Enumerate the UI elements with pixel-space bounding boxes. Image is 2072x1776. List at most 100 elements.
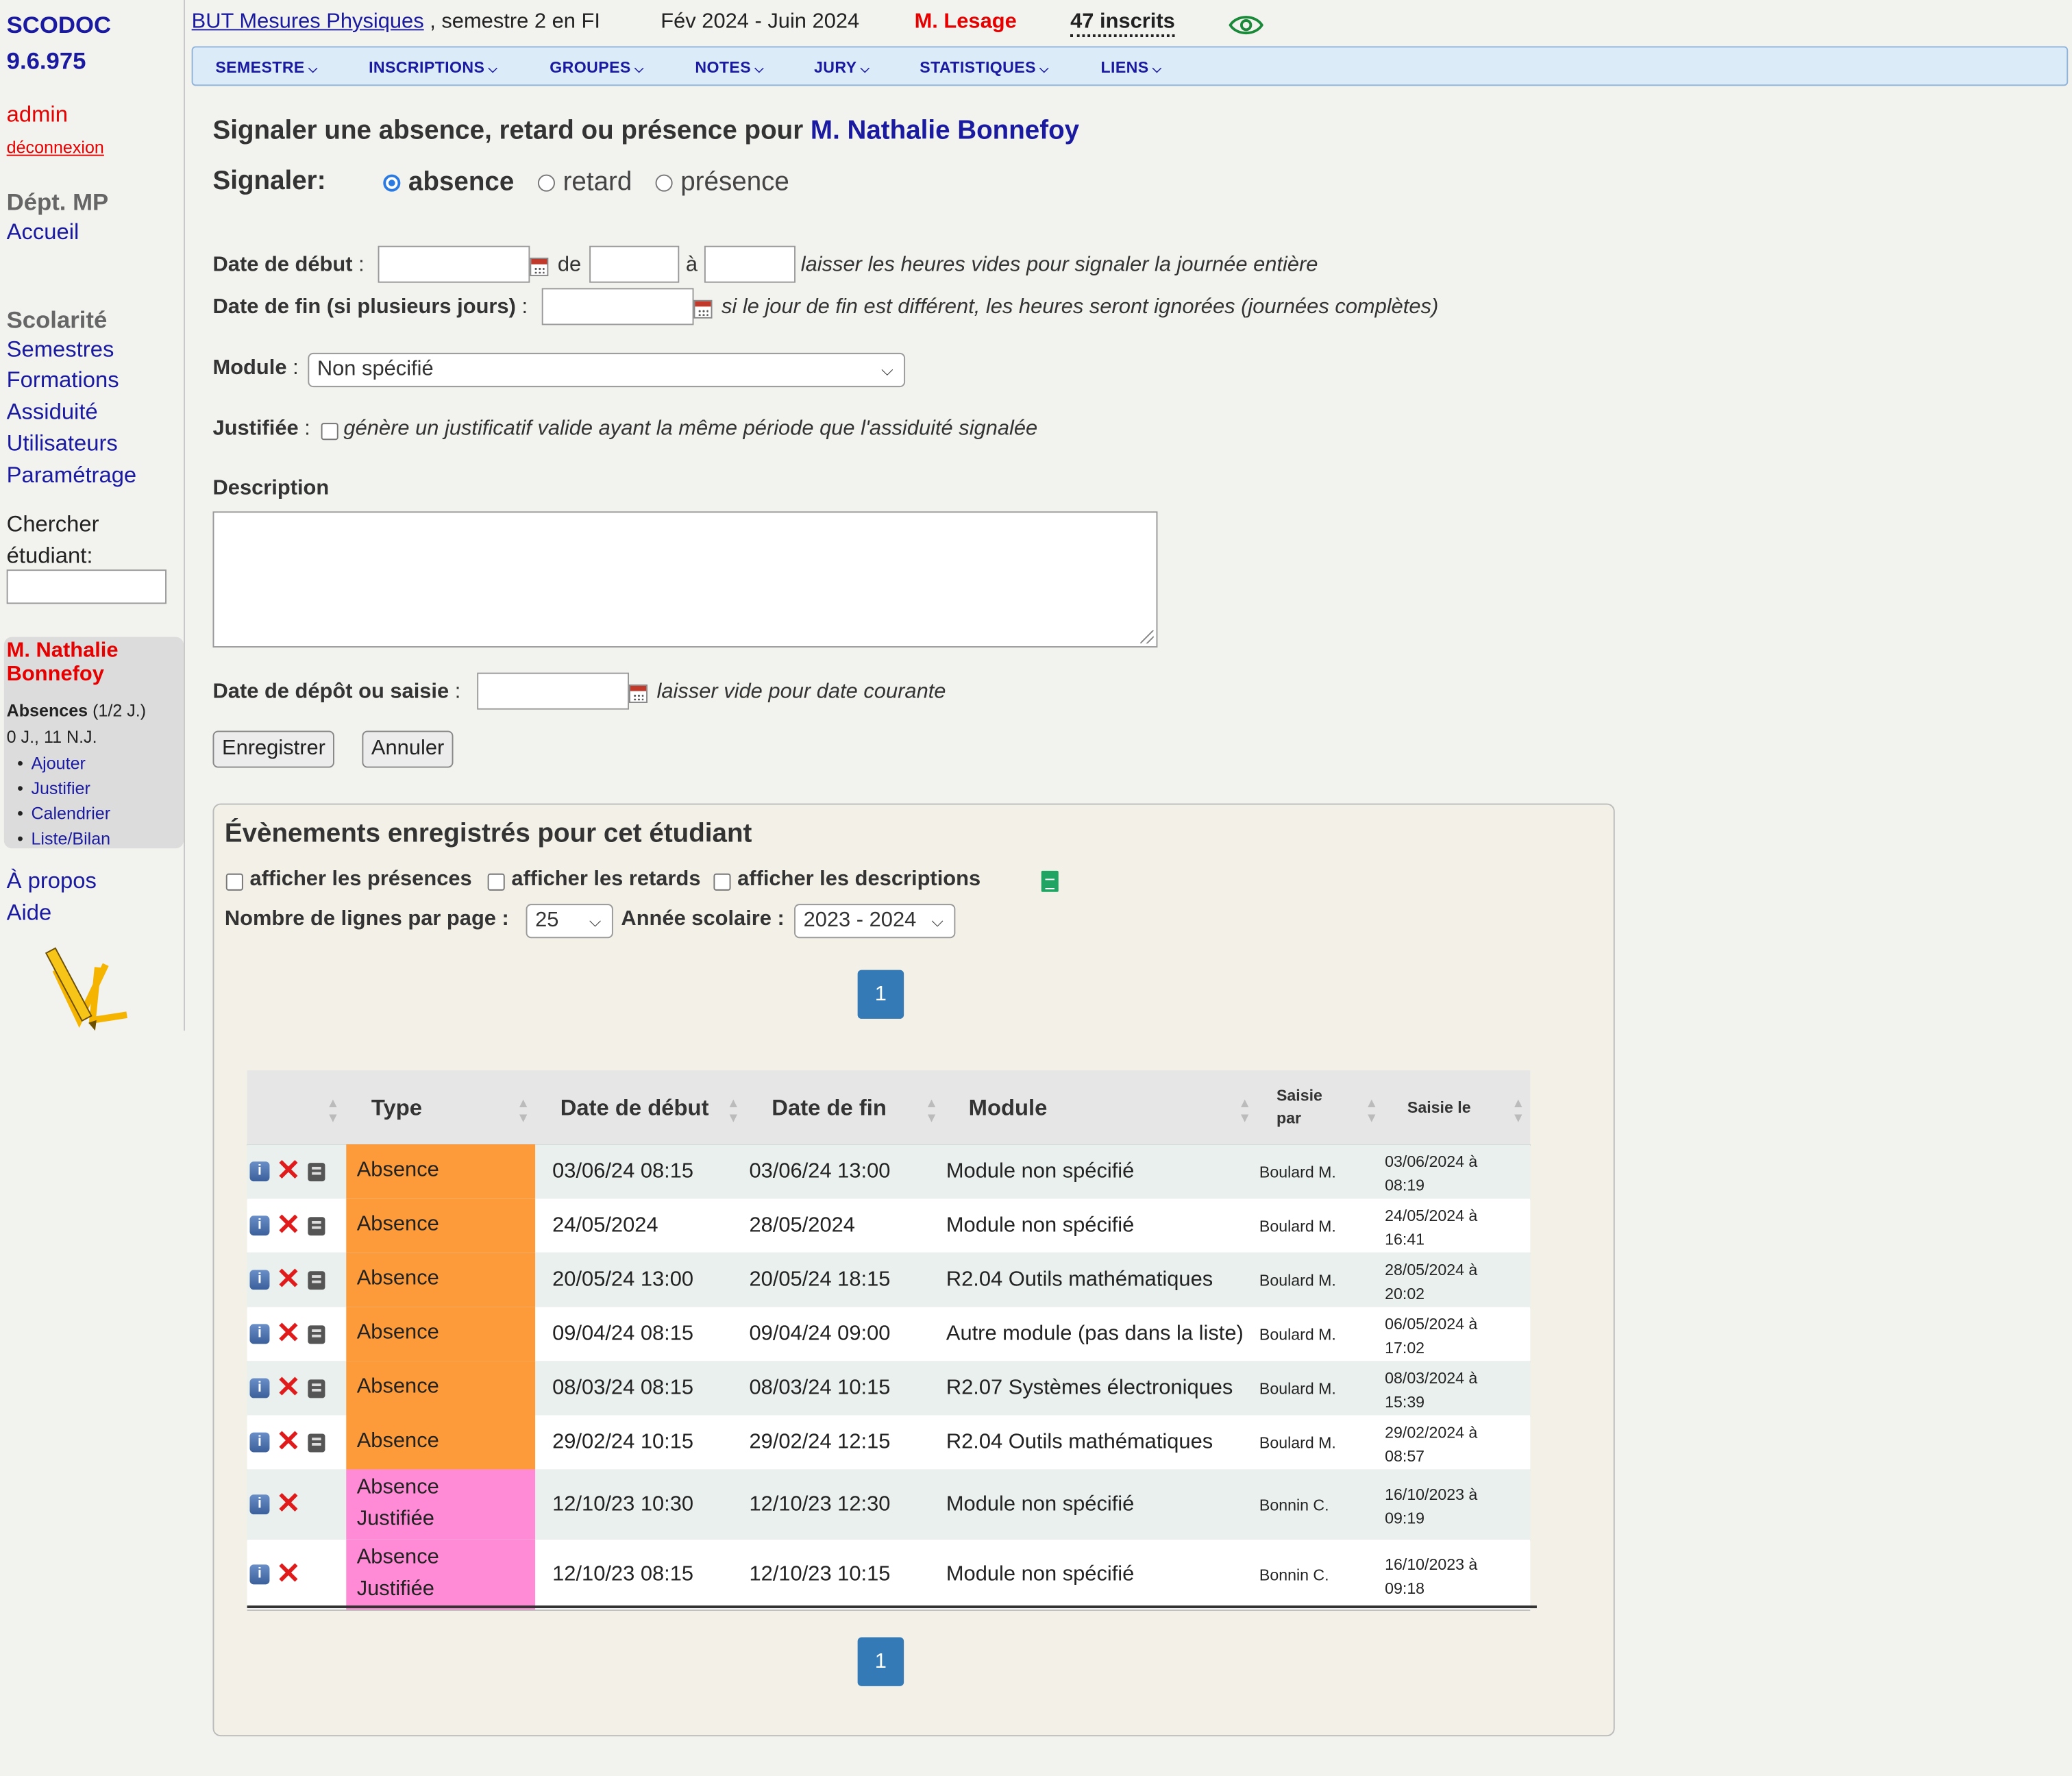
info-icon[interactable]: i bbox=[249, 1564, 270, 1584]
sidebar-item-parametrage[interactable]: Paramétrage bbox=[7, 463, 137, 489]
sort-icon[interactable]: ▲ ▼ bbox=[925, 1097, 938, 1126]
type-cell: Absence bbox=[346, 1144, 536, 1199]
cancel-button[interactable]: Annuler bbox=[362, 730, 454, 768]
description-textarea[interactable] bbox=[212, 511, 1158, 648]
delete-icon[interactable]: ✕ bbox=[276, 1209, 301, 1238]
info-icon[interactable]: i bbox=[249, 1161, 270, 1181]
date-fin-cell: 29/02/24 12:15 bbox=[749, 1430, 891, 1453]
calendar-icon[interactable] bbox=[628, 684, 648, 703]
app-name[interactable]: SCODOC 9.6.975 bbox=[7, 8, 111, 79]
delete-icon[interactable]: ✕ bbox=[276, 1263, 301, 1292]
heure-fin-input[interactable] bbox=[704, 245, 796, 283]
inscrits-count[interactable]: 47 inscrits bbox=[1070, 10, 1175, 37]
calendar-icon[interactable] bbox=[530, 258, 549, 277]
col-saisie-le[interactable]: Saisie le bbox=[1407, 1098, 1471, 1117]
user-name[interactable]: admin bbox=[7, 101, 68, 128]
date-depot-input[interactable] bbox=[477, 672, 629, 710]
justify-icon[interactable] bbox=[308, 1216, 325, 1235]
col-date-fin[interactable]: Date de fin bbox=[772, 1096, 887, 1122]
info-icon[interactable]: i bbox=[249, 1377, 270, 1398]
sidebar-item-semestres[interactable]: Semestres bbox=[7, 337, 114, 364]
show-retards-label[interactable]: afficher les retards bbox=[511, 868, 700, 892]
radio-absence[interactable]: absence bbox=[383, 168, 514, 198]
module-select[interactable]: Non spécifié bbox=[308, 352, 906, 388]
date-fin-input[interactable] bbox=[541, 288, 694, 325]
student-search-input[interactable] bbox=[6, 569, 166, 604]
sort-icon[interactable]: ▲ ▼ bbox=[1238, 1097, 1251, 1126]
sort-icon[interactable]: ▲ ▼ bbox=[1512, 1097, 1525, 1126]
radio-absence-button[interactable] bbox=[383, 174, 401, 192]
justify-icon[interactable] bbox=[308, 1379, 325, 1398]
col-module[interactable]: Module bbox=[969, 1096, 1048, 1122]
eye-icon[interactable] bbox=[1229, 13, 1263, 37]
show-presences-label[interactable]: afficher les présences bbox=[249, 868, 471, 892]
menu-inscriptions[interactable]: INSCRIPTIONS bbox=[369, 58, 497, 77]
show-descriptions-label[interactable]: afficher les descriptions bbox=[737, 868, 981, 892]
sidebar-item-assiduite[interactable]: Assiduité bbox=[7, 399, 98, 426]
justify-icon[interactable] bbox=[308, 1433, 325, 1452]
delete-icon[interactable]: ✕ bbox=[276, 1558, 301, 1587]
menu-notes[interactable]: NOTES bbox=[695, 58, 763, 77]
student-link-calendrier[interactable]: Calendrier bbox=[17, 804, 110, 824]
col-type[interactable]: Type bbox=[371, 1096, 422, 1122]
calendar-icon[interactable] bbox=[693, 299, 713, 319]
date-debut-cell: 08/03/24 08:15 bbox=[552, 1376, 694, 1399]
student-link-ajouter[interactable]: Ajouter bbox=[17, 753, 85, 773]
date-debut-input[interactable] bbox=[378, 245, 530, 283]
menu-jury[interactable]: JURY bbox=[814, 58, 870, 77]
info-icon[interactable]: i bbox=[249, 1494, 270, 1514]
spreadsheet-export-icon[interactable] bbox=[1041, 870, 1059, 892]
save-button[interactable]: Enregistrer bbox=[212, 730, 335, 768]
pagination-page-1-bottom[interactable]: 1 bbox=[857, 1637, 904, 1686]
logout-link[interactable]: déconnexion bbox=[7, 138, 104, 158]
menu-groupes[interactable]: GROUPES bbox=[550, 58, 643, 77]
formation-link[interactable]: BUT Mesures Physiques bbox=[192, 10, 424, 33]
about-link[interactable]: À propos bbox=[7, 868, 97, 895]
justify-icon[interactable] bbox=[308, 1270, 325, 1290]
delete-icon[interactable]: ✕ bbox=[276, 1488, 301, 1517]
help-link[interactable]: Aide bbox=[7, 900, 52, 926]
annee-scolaire-select[interactable]: 2023 - 2024 bbox=[794, 904, 956, 939]
justify-icon[interactable] bbox=[308, 1324, 325, 1344]
justify-icon[interactable] bbox=[308, 1162, 325, 1181]
delete-icon[interactable]: ✕ bbox=[276, 1372, 301, 1401]
info-icon[interactable]: i bbox=[249, 1269, 270, 1290]
justifiee-label: Justifiée : bbox=[212, 417, 310, 441]
sidebar-item-formations[interactable]: Formations bbox=[7, 367, 119, 394]
student-link-liste-bilan[interactable]: Liste/Bilan bbox=[17, 828, 110, 848]
info-icon[interactable]: i bbox=[249, 1431, 270, 1452]
sort-icon[interactable]: ▲ ▼ bbox=[326, 1097, 339, 1126]
sort-icon[interactable]: ▲ ▼ bbox=[1365, 1097, 1378, 1126]
info-icon[interactable]: i bbox=[249, 1323, 270, 1344]
delete-icon[interactable]: ✕ bbox=[276, 1426, 301, 1455]
menu-semestre[interactable]: SEMESTRE bbox=[215, 58, 317, 77]
show-descriptions-checkbox[interactable] bbox=[713, 873, 731, 891]
delete-icon[interactable]: ✕ bbox=[276, 1318, 301, 1346]
delete-icon[interactable]: ✕ bbox=[276, 1155, 301, 1184]
title-student-link[interactable]: M. Nathalie Bonnefoy bbox=[811, 116, 1079, 145]
student-link-justifier[interactable]: Justifier bbox=[17, 778, 90, 798]
heure-debut-input[interactable] bbox=[589, 245, 680, 283]
justifiee-checkbox[interactable] bbox=[321, 423, 338, 441]
show-retards-checkbox[interactable] bbox=[487, 873, 505, 891]
info-icon[interactable]: i bbox=[249, 1215, 270, 1235]
menu-bar: SEMESTRE INSCRIPTIONS GROUPES NOTES JURY… bbox=[191, 46, 2069, 86]
col-saisie-par[interactable]: Saisie par bbox=[1276, 1085, 1329, 1130]
sort-icon[interactable]: ▲ ▼ bbox=[517, 1097, 530, 1126]
col-date-debut[interactable]: Date de début bbox=[560, 1096, 709, 1122]
show-presences-checkbox[interactable] bbox=[225, 873, 243, 891]
type-cell: Absence bbox=[346, 1415, 536, 1470]
pagination-page-1[interactable]: 1 bbox=[857, 970, 904, 1019]
radio-presence[interactable]: présence bbox=[655, 168, 789, 198]
menu-statistiques[interactable]: STATISTIQUES bbox=[920, 58, 1048, 77]
menu-liens[interactable]: LIENS bbox=[1100, 58, 1161, 77]
radio-presence-button[interactable] bbox=[655, 174, 673, 192]
lines-per-page-select[interactable]: 25 bbox=[526, 904, 613, 939]
student-name[interactable]: M. Nathalie Bonnefoy bbox=[7, 639, 119, 687]
sidebar-item-utilisateurs[interactable]: Utilisateurs bbox=[7, 431, 118, 458]
type-cell: Absence bbox=[346, 1198, 536, 1253]
radio-retard[interactable]: retard bbox=[537, 168, 632, 198]
radio-retard-button[interactable] bbox=[537, 174, 555, 192]
home-link[interactable]: Accueil bbox=[7, 219, 79, 246]
sort-icon[interactable]: ▲ ▼ bbox=[727, 1097, 740, 1126]
